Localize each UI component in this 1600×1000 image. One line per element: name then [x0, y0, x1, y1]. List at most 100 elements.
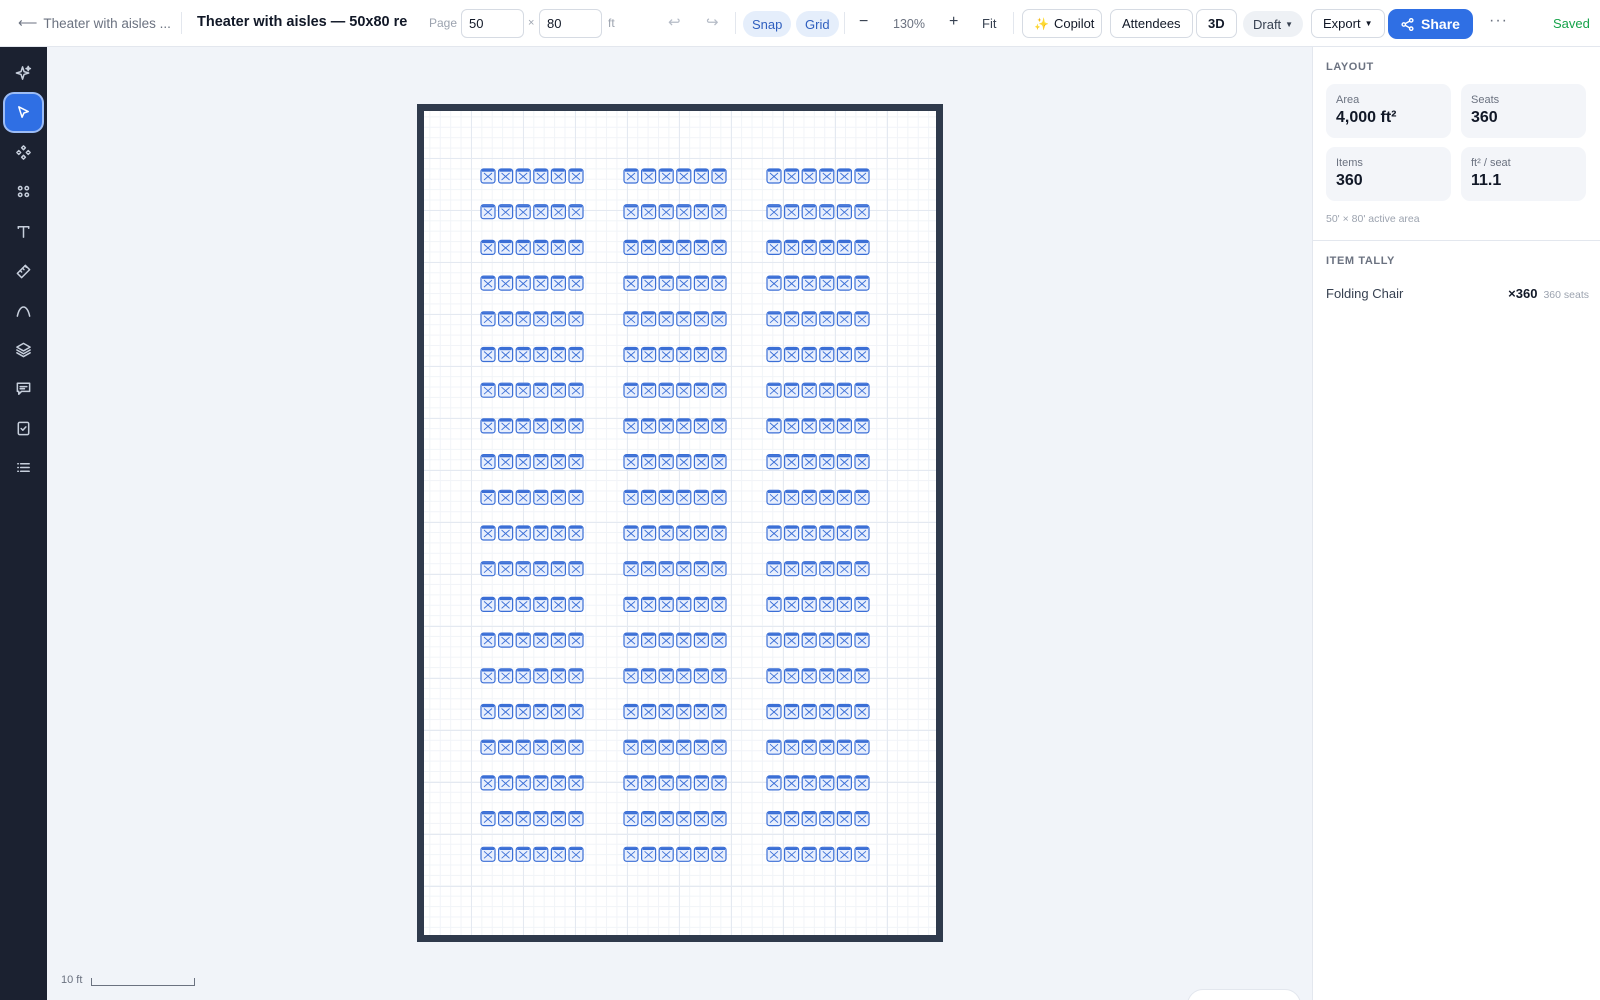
folding-chair[interactable]: [693, 632, 709, 648]
folding-chair[interactable]: [801, 346, 817, 363]
folding-chair[interactable]: [819, 596, 835, 612]
folding-chair[interactable]: [819, 703, 835, 720]
folding-chair[interactable]: [693, 596, 709, 612]
folding-chair[interactable]: [533, 703, 549, 720]
folding-chair[interactable]: [801, 489, 817, 505]
folding-chair[interactable]: [641, 668, 657, 684]
folding-chair[interactable]: [836, 204, 852, 220]
folding-chair[interactable]: [693, 204, 709, 220]
folding-chair[interactable]: [676, 739, 692, 755]
folding-chair[interactable]: [784, 275, 800, 291]
folding-chair[interactable]: [658, 525, 674, 541]
folding-chair[interactable]: [497, 382, 514, 398]
folding-chair[interactable]: [693, 775, 709, 791]
folding-chair[interactable]: [497, 525, 514, 541]
folding-chair[interactable]: [533, 668, 549, 684]
folding-chair[interactable]: [676, 632, 692, 648]
folding-chair[interactable]: [550, 668, 567, 684]
folding-chair[interactable]: [836, 846, 852, 862]
folding-chair[interactable]: [658, 561, 674, 577]
folding-chair[interactable]: [515, 418, 531, 434]
folding-chair[interactable]: [658, 168, 674, 184]
folding-chair[interactable]: [711, 418, 727, 434]
folding-chair[interactable]: [711, 311, 727, 327]
folding-chair[interactable]: [784, 739, 800, 755]
folding-chair[interactable]: [836, 382, 852, 398]
folding-chair[interactable]: [497, 703, 514, 720]
folding-chair[interactable]: [854, 775, 870, 791]
folding-chair[interactable]: [854, 382, 870, 398]
folding-chair[interactable]: [515, 739, 531, 755]
folding-chair[interactable]: [819, 489, 835, 505]
folding-chair[interactable]: [819, 382, 835, 398]
folding-chair[interactable]: [568, 346, 584, 363]
folding-chair[interactable]: [533, 739, 549, 755]
folding-chair[interactable]: [766, 275, 782, 291]
folding-chair[interactable]: [784, 168, 800, 184]
folding-chair[interactable]: [623, 239, 639, 255]
folding-chair[interactable]: [801, 525, 817, 541]
folding-chair[interactable]: [568, 846, 584, 862]
folding-chair[interactable]: [623, 418, 639, 434]
folding-chair[interactable]: [641, 204, 657, 220]
folding-chair[interactable]: [515, 382, 531, 398]
folding-chair[interactable]: [836, 561, 852, 577]
page-height-input[interactable]: [539, 9, 602, 38]
folding-chair[interactable]: [766, 561, 782, 577]
folding-chair[interactable]: [676, 561, 692, 577]
folding-chair[interactable]: [784, 846, 800, 862]
folding-chair[interactable]: [550, 596, 567, 612]
tool-list[interactable]: [5, 449, 42, 486]
folding-chair[interactable]: [693, 275, 709, 291]
folding-chair[interactable]: [784, 382, 800, 398]
folding-chair[interactable]: [676, 168, 692, 184]
folding-chair[interactable]: [819, 810, 835, 827]
folding-chair[interactable]: [658, 382, 674, 398]
folding-chair[interactable]: [515, 703, 531, 720]
folding-chair[interactable]: [533, 775, 549, 791]
folding-chair[interactable]: [497, 668, 514, 684]
folding-chair[interactable]: [711, 454, 727, 470]
folding-chair[interactable]: [641, 632, 657, 648]
folding-chair[interactable]: [801, 668, 817, 684]
folding-chair[interactable]: [854, 346, 870, 363]
folding-chair[interactable]: [623, 632, 639, 648]
folding-chair[interactable]: [693, 668, 709, 684]
folding-chair[interactable]: [533, 810, 549, 827]
folding-chair[interactable]: [658, 703, 674, 720]
folding-chair[interactable]: [515, 668, 531, 684]
folding-chair[interactable]: [766, 382, 782, 398]
folding-chair[interactable]: [623, 454, 639, 470]
folding-chair[interactable]: [854, 739, 870, 755]
zoom-in-button[interactable]: +: [949, 13, 958, 31]
folding-chair[interactable]: [623, 668, 639, 684]
folding-chair[interactable]: [568, 703, 584, 720]
folding-chair[interactable]: [550, 775, 567, 791]
folding-chair[interactable]: [533, 525, 549, 541]
folding-chair[interactable]: [480, 382, 496, 398]
folding-chair[interactable]: [836, 525, 852, 541]
folding-chair[interactable]: [641, 454, 657, 470]
folding-chair[interactable]: [658, 846, 674, 862]
folding-chair[interactable]: [836, 311, 852, 327]
folding-chair[interactable]: [819, 168, 835, 184]
folding-chair[interactable]: [784, 311, 800, 327]
folding-chair[interactable]: [766, 525, 782, 541]
folding-chair[interactable]: [693, 846, 709, 862]
folding-chair[interactable]: [480, 275, 496, 291]
folding-chair[interactable]: [801, 846, 817, 862]
folding-chair[interactable]: [711, 204, 727, 220]
folding-chair[interactable]: [623, 168, 639, 184]
more-options-icon[interactable]: ···: [1489, 12, 1508, 30]
folding-chair[interactable]: [801, 204, 817, 220]
folding-chair[interactable]: [693, 454, 709, 470]
export-dropdown[interactable]: Export ▼: [1311, 9, 1385, 38]
folding-chair[interactable]: [854, 668, 870, 684]
folding-chair[interactable]: [711, 846, 727, 862]
folding-chair[interactable]: [676, 418, 692, 434]
folding-chair[interactable]: [658, 632, 674, 648]
folding-chair[interactable]: [515, 810, 531, 827]
folding-chair[interactable]: [819, 311, 835, 327]
folding-chair[interactable]: [766, 596, 782, 612]
folding-chair[interactable]: [693, 311, 709, 327]
